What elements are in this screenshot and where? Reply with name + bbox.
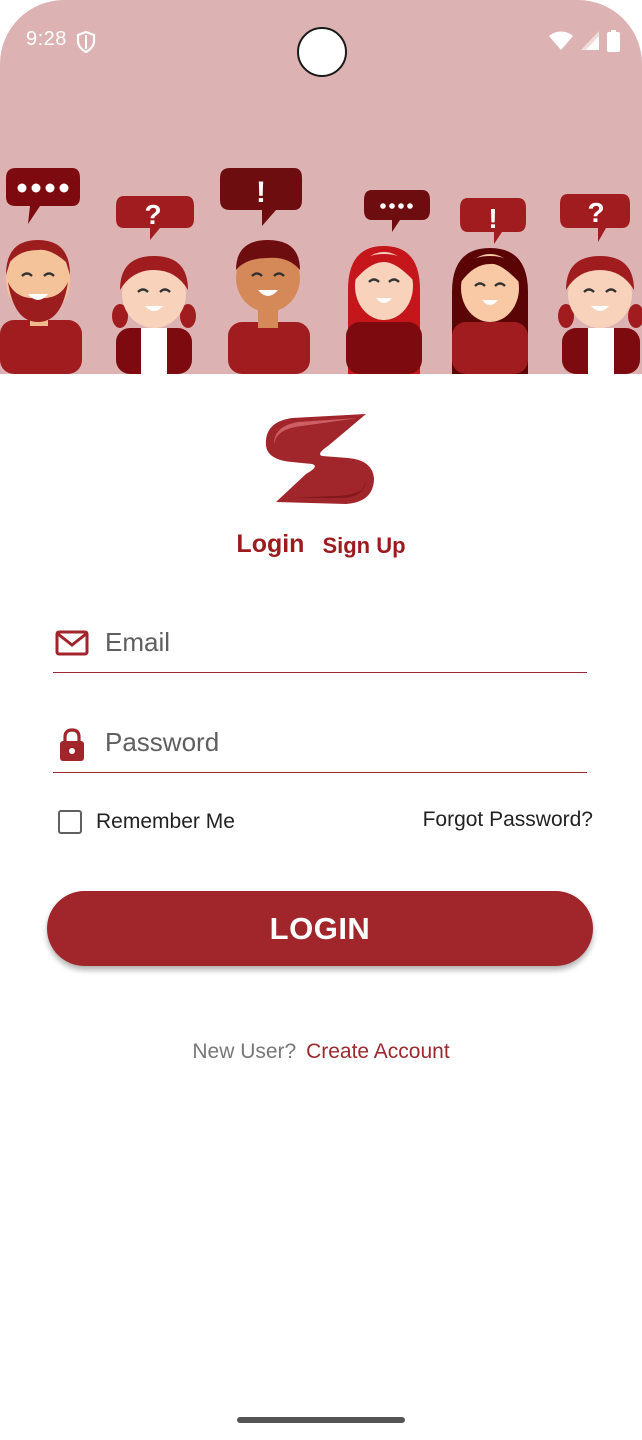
home-indicator[interactable] [237,1417,405,1423]
status-time: 9:28 [26,28,67,50]
remember-me-label: Remember Me [96,810,235,833]
svg-text:?: ? [144,199,161,230]
battery-icon [607,30,620,57]
camera-cutout [297,27,347,77]
person-bearded-man [0,168,82,374]
tab-signup[interactable]: Sign Up [322,530,405,559]
signal-icon [581,31,599,56]
people-illustration: ? ! ! ? [0,168,642,374]
person-woman-red-hair [346,190,430,374]
mail-icon [55,630,89,661]
auth-tabs: Login Sign Up [0,530,642,559]
wifi-icon [549,31,573,56]
email-field [53,616,587,673]
email-input[interactable] [105,622,575,662]
svg-text:!: ! [256,176,266,209]
tab-login[interactable]: Login [236,530,304,559]
login-screen: 9:28 ? ! ! ? Login Sign Up Email Remembe… [0,0,642,1440]
password-field [53,716,587,773]
person-woman-dark-hair: ! [452,198,528,374]
remember-me-checkbox[interactable] [58,810,82,834]
brand-logo [262,412,378,511]
svg-text:?: ? [587,197,604,228]
forgot-password-link[interactable]: Forgot Password? [423,808,593,832]
remember-me[interactable]: Remember Me [58,810,235,834]
person-girl-pigtails: ? [112,196,196,374]
shield-icon [76,30,96,58]
create-account-prompt: New User? Create Account [0,1040,642,1064]
login-button[interactable]: LOGIN [47,891,593,966]
password-input[interactable] [105,722,575,762]
svg-text:!: ! [488,203,497,234]
status-icons [549,30,620,57]
person-man: ! [220,168,310,374]
lock-icon [59,728,85,767]
person-girl-pigtails-2: ? [558,194,642,374]
create-account-link[interactable]: Create Account [306,1040,450,1063]
new-user-text: New User? [192,1040,297,1063]
hero-banner: 9:28 ? ! ! ? [0,0,642,374]
